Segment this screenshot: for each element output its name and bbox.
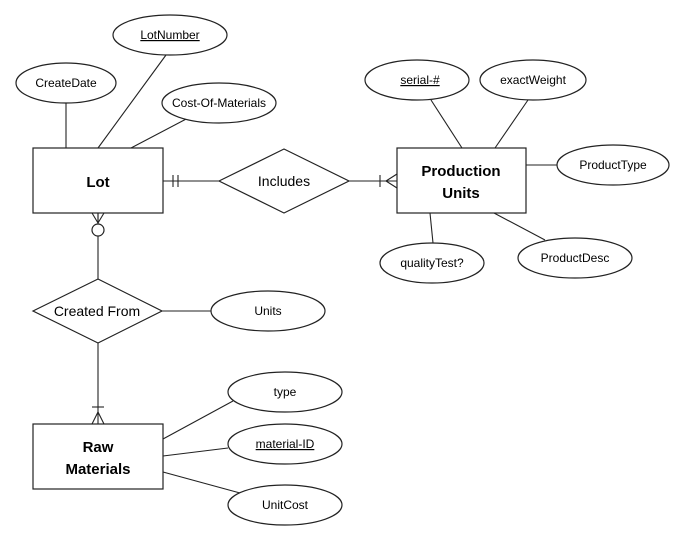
attribute-lotnumber[interactable]: LotNumber [112,14,228,56]
attribute-units[interactable]: Units [210,290,326,332]
entity-production-units-label-line1: Production [421,163,500,180]
connector-rm-type [162,400,234,440]
attribute-material-id-label: material-ID [256,437,315,451]
attribute-cost-of-materials-label: Cost-Of-Materials [172,96,266,110]
attribute-serial-label: serial-# [400,73,440,87]
connector-pu-qualitytest [429,212,434,244]
attribute-lotnumber-label: LotNumber [140,28,199,42]
attribute-units-label: Units [254,304,281,318]
entity-production-units-label-line2: Units [442,185,480,202]
relationship-created-from-label: Created From [54,303,140,319]
connector-pu-productdesc [493,212,546,241]
zero-or-many-marker-lot-bottom [91,212,105,237]
entity-raw-materials[interactable]: Raw Materials [32,423,164,490]
attribute-type[interactable]: type [227,371,343,413]
connector-lot-lotnumber [97,54,167,149]
attribute-producttype-label: ProductType [579,158,647,172]
entity-raw-materials-label-line1: Raw [83,439,114,456]
attribute-qualitytest-label: qualityTest? [400,256,464,270]
connector-rm-unitcost [162,471,241,494]
relationship-includes[interactable]: Includes [217,148,351,214]
attribute-createdate[interactable]: CreateDate [15,62,117,104]
connector-pu-serial [430,99,463,149]
entity-production-units[interactable]: Production Units [396,147,527,214]
attribute-exactweight[interactable]: exactWeight [479,59,587,101]
attribute-createdate-label: CreateDate [35,76,97,90]
er-diagram: Lot Production Units Raw Materials Inclu… [15,14,670,526]
connector-pu-exactweight [494,99,529,149]
attribute-productdesc[interactable]: ProductDesc [517,237,633,279]
attribute-exactweight-label: exactWeight [500,73,566,87]
attribute-material-id[interactable]: material-ID [227,423,343,465]
attribute-cost-of-materials[interactable]: Cost-Of-Materials [161,82,277,124]
attribute-producttype[interactable]: ProductType [556,144,670,186]
connector-rm-materialid [162,447,229,457]
relationship-created-from[interactable]: Created From [31,278,164,344]
attribute-unitcost[interactable]: UnitCost [227,484,343,526]
attribute-unitcost-label: UnitCost [262,498,309,512]
entity-lot[interactable]: Lot [32,147,164,214]
attribute-productdesc-label: ProductDesc [541,251,610,265]
attribute-serial[interactable]: serial-# [364,59,470,101]
attribute-type-label: type [274,385,297,399]
entity-lot-label: Lot [86,174,109,191]
entity-raw-materials-label-line2: Materials [65,461,130,478]
connector-lot-costofmaterials [130,116,191,149]
relationship-includes-label: Includes [258,173,310,189]
attribute-qualitytest[interactable]: qualityTest? [379,242,485,284]
